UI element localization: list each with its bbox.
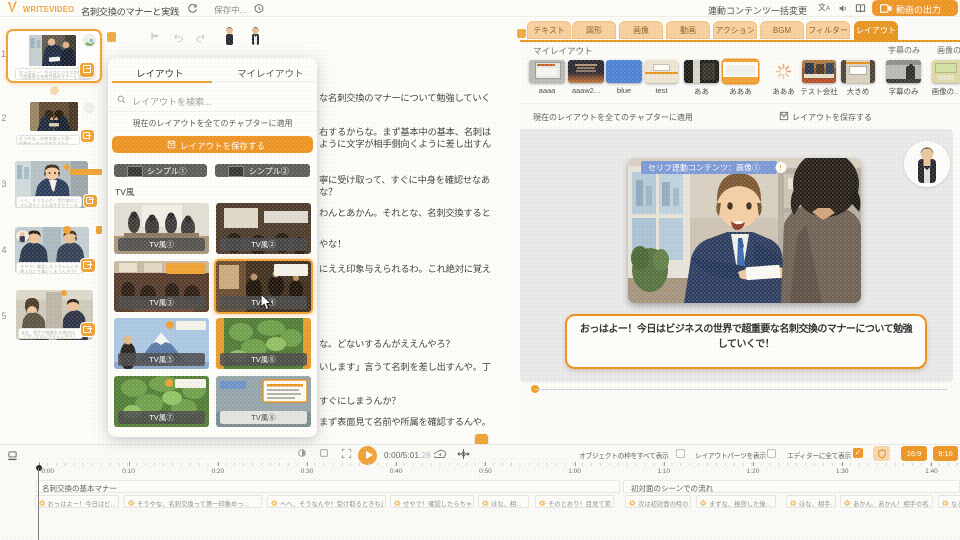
svg-text:!: ! <box>780 164 782 173</box>
svg-text:セリフ連動コンテンツ：画像①: セリフ連動コンテンツ：画像① <box>648 163 760 173</box>
